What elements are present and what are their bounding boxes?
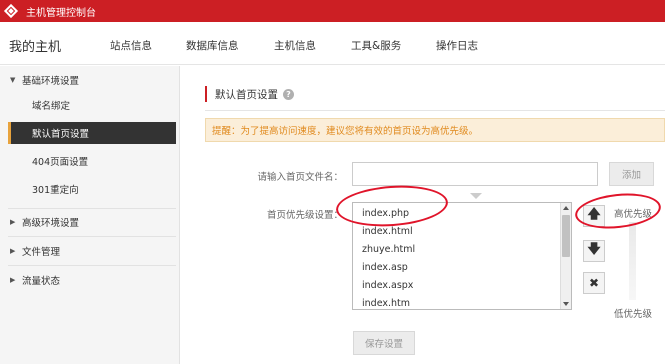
scroll-up-icon[interactable] [563,206,569,210]
list-item[interactable]: index.asp [362,262,408,273]
sidebar-divider [8,208,176,209]
high-priority-label: 高优先级 [614,209,653,220]
list-scrollbar[interactable] [560,203,571,309]
close-icon: ✖ [588,276,600,290]
page-title: 默认首页设置 ? [205,86,294,102]
nav-item-database-info[interactable]: 数据库信息 [186,38,239,53]
nav-item-tools-services[interactable]: 工具&服务 [351,38,401,53]
sidebar-group-advanced[interactable]: ▶ 高级环境设置 [0,211,180,233]
low-priority-label: 低优先级 [614,309,653,320]
help-icon[interactable]: ? [283,88,294,100]
sidebar: ▼ 基础环境设置 域名绑定 默认首页设置 404页面设置 301重定向 ▶ 高级… [0,66,180,364]
save-button[interactable]: 保存设置 [353,331,415,355]
nav-title: 我的主机 [9,40,62,55]
sidebar-group-label: 高级环境设置 [22,218,80,229]
move-down-button[interactable]: 🡇 [583,240,605,262]
title-divider [205,110,665,111]
arrow-down-icon: 🡇 [587,242,601,257]
delete-button[interactable]: ✖ [583,272,605,294]
sidebar-item-301-redirect[interactable]: 301重定向 [0,178,176,200]
list-item[interactable]: index.htm [362,298,410,309]
caret-right-icon: ▶ [10,276,16,284]
list-item[interactable]: index.aspx [362,280,413,291]
arrow-up-icon: 🡅 [587,207,601,222]
caret-down-icon: ▼ [10,76,16,84]
sidebar-divider [8,236,176,237]
homepage-priority-list[interactable]: index.php index.html zhuye.html index.as… [352,202,572,310]
sidebar-group-traffic[interactable]: ▶ 流量状态 [0,269,180,291]
caret-down-icon [470,193,482,199]
priority-gradient [629,222,636,300]
add-button[interactable]: 添加 [609,162,654,186]
notice-banner: 提醒：为了提高访问速度，建议您将有效的首页设为高优先级。 [205,118,665,142]
sidebar-divider [8,265,176,266]
top-bar: 主机管理控制台 [0,0,665,22]
nav-item-site-info[interactable]: 站点信息 [110,38,152,53]
nav-item-operation-log[interactable]: 操作日志 [436,38,478,53]
sidebar-group-basic[interactable]: ▼ 基础环境设置 [0,69,180,91]
sidebar-item-default-homepage[interactable]: 默认首页设置 [8,122,176,144]
sidebar-group-files[interactable]: ▶ 文件管理 [0,240,180,262]
nav-item-host-info[interactable]: 主机信息 [274,38,316,53]
logo-icon [0,0,22,22]
sidebar-group-label: 流量状态 [22,276,61,287]
scroll-down-icon[interactable] [563,302,569,306]
list-item[interactable]: zhuye.html [362,244,415,255]
list-item[interactable]: index.php [362,208,409,219]
sidebar-group-label: 基础环境设置 [22,76,80,87]
priority-label: 首页优先级设置： [266,210,343,221]
sidebar-item-404-page[interactable]: 404页面设置 [0,150,176,172]
sidebar-group-label: 文件管理 [22,247,61,258]
scroll-thumb[interactable] [562,215,570,257]
sidebar-item-domain-binding[interactable]: 域名绑定 [0,94,176,116]
caret-right-icon: ▶ [10,247,16,255]
homepage-filename-label: 请输入首页文件名： [257,172,343,183]
page-title-text: 默认首页设置 [215,88,278,101]
main-nav: 我的主机 站点信息 数据库信息 主机信息 工具&服务 操作日志 [0,22,665,65]
app-title: 主机管理控制台 [26,7,96,19]
list-item[interactable]: index.html [362,226,413,237]
move-up-button[interactable]: 🡅 [583,205,605,227]
homepage-filename-input[interactable] [352,162,598,186]
caret-right-icon: ▶ [10,218,16,226]
